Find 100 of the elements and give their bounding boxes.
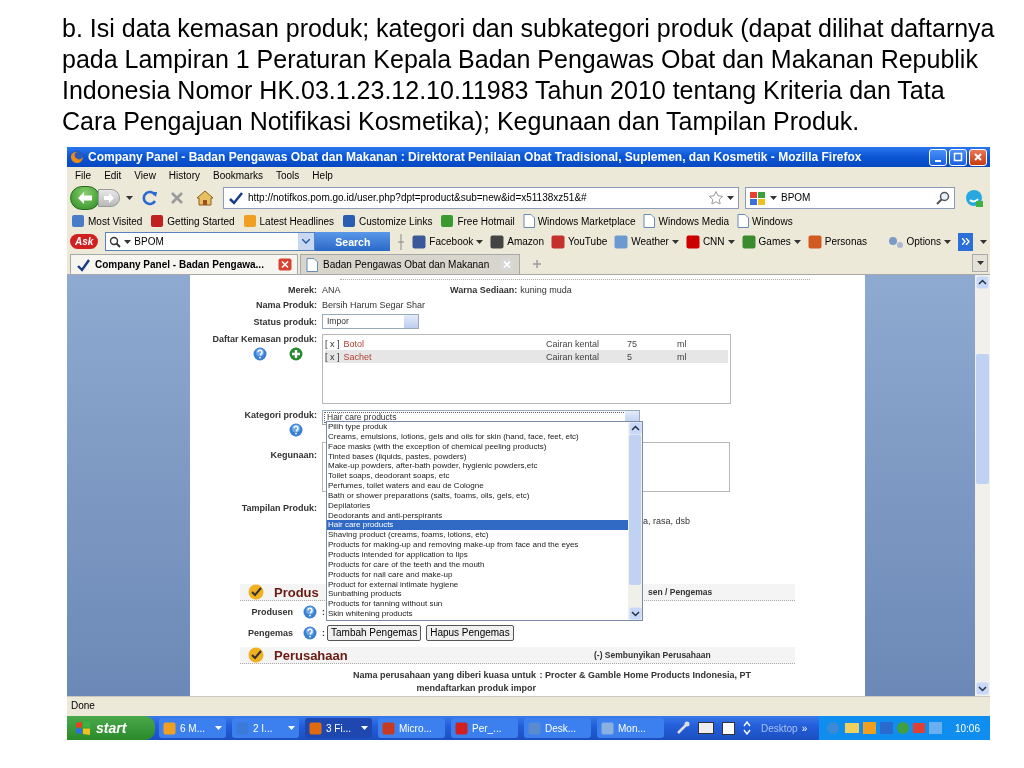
package-name: Sachet <box>343 351 372 362</box>
taskbar-button[interactable]: Mon... <box>597 718 664 738</box>
form-button[interactable]: Hapus Pengemas <box>426 624 514 641</box>
list-option[interactable]: Shaving product (creams, foams, lotions, etc) <box>327 530 628 541</box>
add-icon[interactable] <box>289 347 303 361</box>
taskbar-label: Micro... <box>399 722 433 734</box>
form-button[interactable]: Tambah Pengemas <box>327 624 422 641</box>
field-label: Merek: <box>287 284 318 295</box>
browser-tab[interactable]: Badan Pengawas Obat dan Makanan <box>300 254 520 274</box>
overflow-button[interactable]: » <box>801 722 808 734</box>
bookmark-link[interactable]: Latest Headlines <box>259 215 335 227</box>
toolbar-link[interactable]: Facebook <box>429 236 474 247</box>
taskbar-button[interactable]: 3 Fi... <box>305 718 372 738</box>
browser-tab[interactable]: Company Panel - Badan Pengawa... <box>70 254 298 274</box>
list-option[interactable]: Products for tanning without sun <box>327 599 628 610</box>
menu-item[interactable]: Edit <box>104 169 122 181</box>
list-option[interactable]: Make-up powders, after-bath powder, hygienic powders,etc <box>327 461 628 472</box>
list-option[interactable]: Hair care products <box>327 520 628 531</box>
forward-button[interactable] <box>98 188 120 207</box>
list-option[interactable]: Tinted bases (liquids, pastes, powders) <box>327 451 628 462</box>
ask-search-bar[interactable]: BPOM <box>105 232 316 251</box>
minimize-button[interactable] <box>929 148 947 166</box>
menu-item[interactable]: Tools <box>276 169 300 181</box>
toolbar-link[interactable]: YouTube <box>567 236 608 247</box>
search-bar[interactable]: BPOM <box>745 186 955 209</box>
bookmark-link[interactable]: Windows Marketplace <box>537 215 636 227</box>
menu-item[interactable]: View <box>134 169 156 181</box>
field-label: Tampilan Produk: <box>240 502 318 513</box>
scrollbar[interactable] <box>628 422 642 620</box>
list-option[interactable]: Face masks (with the exception of chemical peeling products) <box>327 441 628 452</box>
scrollbar-thumb[interactable] <box>629 435 641 585</box>
menu-item[interactable]: File <box>75 169 92 181</box>
caret-icon <box>126 195 133 200</box>
toolbar-link[interactable]: Amazon <box>507 236 544 247</box>
address-bar[interactable]: http://notifkos.pom.go.id/user.php?dpt=product&sub=new&id=x51138xz51&# <box>223 186 739 209</box>
list-option[interactable]: Toilet soaps, deodorant soaps, etc <box>327 471 628 482</box>
bookmark-link[interactable]: Windows <box>752 215 793 227</box>
list-option[interactable]: Sunbathing products <box>327 589 628 600</box>
list-row[interactable]: [ x ] Botol Cairan kental 75 ml <box>325 337 728 350</box>
bookmark-link[interactable]: Windows Media <box>658 215 730 227</box>
status-select[interactable]: Impor <box>322 314 419 329</box>
taskbar-button[interactable]: Per_... <box>451 718 518 738</box>
toolbar-label: Desktop <box>761 722 798 734</box>
dropdown-button[interactable] <box>298 233 315 250</box>
ask-logo[interactable]: Ask <box>70 234 99 249</box>
close-icon[interactable] <box>278 258 292 271</box>
bookmark-link[interactable]: Customize Links <box>359 215 433 227</box>
list-option[interactable]: Depilatories <box>327 500 628 511</box>
options-link[interactable]: Options <box>906 236 941 247</box>
section-link[interactable]: sen / Pengemas <box>648 587 713 597</box>
list-option[interactable]: Perfumes, toilet waters and eau de Cologne <box>327 481 628 491</box>
taskbar-label: Per_... <box>472 722 503 734</box>
back-button[interactable] <box>70 185 100 210</box>
taskbar-button[interactable]: 6 M... <box>159 718 226 738</box>
taskbar-button[interactable]: Desk... <box>524 718 591 738</box>
tools-icon[interactable] <box>676 721 690 735</box>
taskbar-button[interactable]: Micro... <box>378 718 445 738</box>
remove-link[interactable]: [ x ] <box>325 351 340 362</box>
toolbar-link[interactable]: Weather <box>631 236 669 247</box>
menu-item[interactable]: Bookmarks <box>213 169 263 181</box>
list-option[interactable]: Pilih type produk <box>327 422 628 432</box>
bookmark-link[interactable]: Most Visited <box>88 215 143 227</box>
cloud-icon[interactable] <box>964 187 984 208</box>
close-button[interactable] <box>969 148 987 166</box>
list-option[interactable]: Products for care of the teeth and the mouth <box>327 559 628 570</box>
reload-icon[interactable] <box>142 189 158 206</box>
list-row[interactable]: [ x ] Sachet Cairan kental 5 ml <box>325 350 728 363</box>
home-icon[interactable] <box>196 189 214 206</box>
toolbar-link[interactable]: Personas <box>824 236 868 247</box>
scrollbar-thumb[interactable] <box>976 354 989 484</box>
toolbar-link[interactable]: Games <box>758 236 791 247</box>
table-cell-text: 5 <box>627 351 633 362</box>
list-option[interactable]: Product for external intimate hygiene <box>327 579 628 590</box>
list-option[interactable]: Products intended for application to lips <box>327 549 628 560</box>
toolbar-link[interactable]: CNN <box>702 236 725 247</box>
overflow-button[interactable] <box>958 232 973 251</box>
url-field[interactable]: http://notifkos.pom.go.id/user.php?dpt=product&sub=new&id=x51138xz51&# <box>248 192 705 203</box>
bookmark-link[interactable]: Free Hotmail <box>457 215 515 227</box>
list-option[interactable]: Creams, emulsions, lotions, gels and oils for skin (hand, face, feet, etc) <box>327 431 628 442</box>
list-option[interactable]: Products for nail care and make-up <box>327 569 628 580</box>
tab-list-button[interactable] <box>972 254 988 272</box>
ask-search-field[interactable]: BPOM <box>134 236 296 247</box>
taskbar-button[interactable]: 2 I... <box>232 718 299 738</box>
remove-link[interactable]: [ x ] <box>325 338 340 349</box>
menu-item[interactable]: History <box>168 169 200 181</box>
search-icon[interactable] <box>936 190 950 205</box>
taskbar-label: 2 I... <box>253 722 274 734</box>
search-button[interactable]: Search <box>315 232 391 251</box>
maximize-button[interactable] <box>949 148 967 166</box>
list-option[interactable]: Skin whitening products <box>327 609 628 619</box>
scrollbar[interactable] <box>975 275 990 696</box>
search-field[interactable]: BPOM <box>781 192 932 203</box>
start-button[interactable]: start <box>67 716 155 740</box>
arrows-icon[interactable] <box>743 721 751 735</box>
section-link[interactable]: (-) Sembunyikan Perusahaan <box>594 650 711 660</box>
bookmark-link[interactable]: Getting Started <box>167 215 235 227</box>
list-option[interactable]: Products for making-up and removing make-up from face and the eyes <box>327 540 628 550</box>
list-option[interactable]: Bath or shower preparations (salts, foams, oils, gels, etc) <box>327 490 628 501</box>
menu-item[interactable]: Help <box>312 169 333 181</box>
list-option[interactable]: Deodorants and anti-perspirants <box>327 510 628 521</box>
